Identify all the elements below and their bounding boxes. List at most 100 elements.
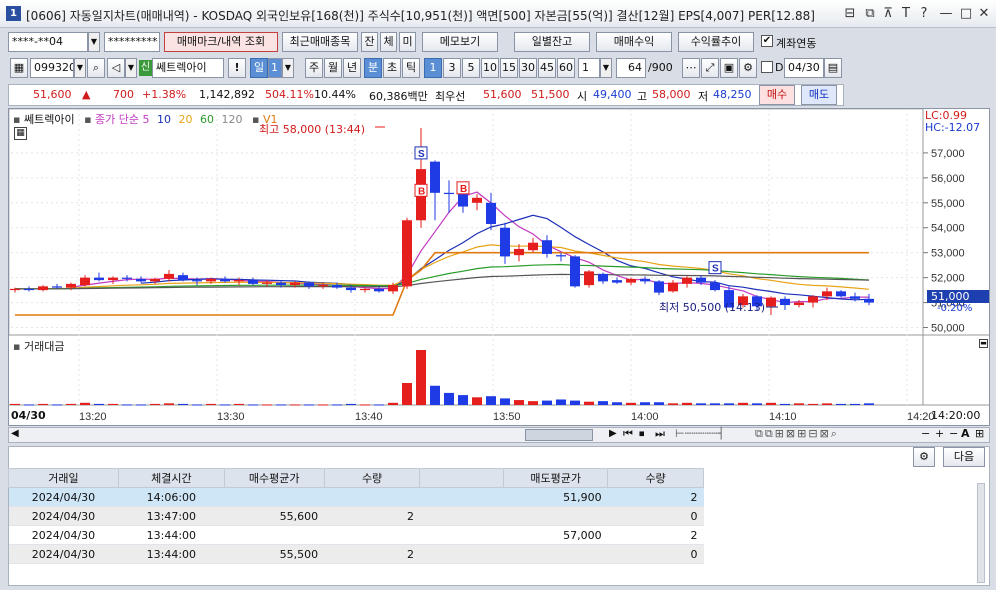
- candle-body[interactable]: [710, 282, 720, 291]
- help-icon[interactable]: ?: [916, 6, 932, 22]
- volume-bar[interactable]: [276, 404, 286, 406]
- volume-bar[interactable]: [164, 403, 174, 405]
- unexecuted-button[interactable]: 미: [399, 32, 416, 52]
- interval-dropdown-icon[interactable]: ▼: [600, 58, 612, 78]
- period-minute-button[interactable]: 분: [364, 58, 382, 78]
- volume-bar[interactable]: [486, 396, 496, 405]
- speaker-dropdown-icon[interactable]: ▼: [125, 58, 137, 78]
- volume-bar[interactable]: [136, 404, 146, 406]
- candle-body[interactable]: [500, 227, 510, 257]
- minute-60-button[interactable]: 60: [557, 58, 575, 78]
- candle-body[interactable]: [458, 194, 468, 207]
- volume-bar[interactable]: [374, 404, 384, 406]
- candle-body[interactable]: [668, 282, 678, 292]
- table-row[interactable]: 2024/04/30 13:44:00 55,500 2 0: [8, 544, 704, 564]
- candle-body[interactable]: [864, 298, 874, 303]
- drawing-tools-icon[interactable]: ⧉⧉⊞⊠⊞⊟⊠⌕: [755, 427, 839, 441]
- candle-body[interactable]: [304, 282, 314, 287]
- volume-bar[interactable]: [94, 403, 104, 405]
- volume-bar[interactable]: [206, 403, 216, 405]
- candle-body[interactable]: [206, 278, 216, 282]
- candle-body[interactable]: [654, 281, 664, 293]
- candle-body[interactable]: [430, 161, 440, 193]
- volume-bar[interactable]: [836, 403, 846, 405]
- scroll-right-icon[interactable]: ▶: [609, 428, 617, 439]
- period-month-button[interactable]: 월: [324, 58, 342, 78]
- volume-bar[interactable]: [332, 404, 342, 406]
- period-year-button[interactable]: 년: [343, 58, 361, 78]
- volume-bar[interactable]: [430, 385, 440, 405]
- candle-body[interactable]: [318, 285, 328, 287]
- candle-body[interactable]: [472, 197, 482, 203]
- candle-body[interactable]: [94, 277, 104, 281]
- period-second-button[interactable]: 초: [383, 58, 401, 78]
- volume-bar[interactable]: [80, 402, 90, 405]
- volume-bar[interactable]: [220, 404, 230, 406]
- list-settings-icon[interactable]: ⚙: [913, 447, 935, 467]
- volume-bar[interactable]: [542, 400, 552, 405]
- candle-body[interactable]: [542, 240, 552, 254]
- zoom-slider-icon[interactable]: ⊢┄┄┄┄┄┤: [675, 427, 724, 440]
- volume-bar[interactable]: [822, 403, 832, 405]
- volume-bar[interactable]: [472, 397, 482, 405]
- period-select[interactable]: 1: [268, 58, 282, 78]
- candle-body[interactable]: [598, 273, 608, 282]
- col-buy-qty[interactable]: 수량: [323, 468, 421, 488]
- panel-close-icon[interactable]: ▬: [979, 339, 988, 348]
- volume-bar[interactable]: [752, 403, 762, 405]
- period-day-button[interactable]: 일: [250, 58, 268, 78]
- executed-button[interactable]: 체: [380, 32, 397, 52]
- volume-bar[interactable]: [248, 404, 258, 406]
- volume-bar[interactable]: [766, 402, 776, 405]
- volume-bar[interactable]: [66, 403, 76, 405]
- sell-button[interactable]: 매도: [801, 85, 837, 105]
- volume-bar[interactable]: [178, 403, 188, 405]
- candle-body[interactable]: [10, 288, 20, 291]
- minute-1-button[interactable]: 1: [424, 58, 442, 78]
- candle-body[interactable]: [388, 285, 398, 292]
- gear-icon[interactable]: ⚙: [739, 58, 757, 78]
- close-icon[interactable]: ✕: [976, 6, 992, 22]
- candle-body[interactable]: [486, 202, 496, 224]
- candle-body[interactable]: [360, 288, 370, 291]
- minute-5-button[interactable]: 5: [462, 58, 480, 78]
- zoom-out-icon[interactable]: −: [921, 427, 930, 440]
- candle-body[interactable]: [794, 302, 804, 306]
- col-sell-avg[interactable]: 매도평균가: [503, 468, 609, 488]
- link-icon[interactable]: ⊟: [842, 6, 858, 22]
- volume-bar[interactable]: [458, 395, 468, 405]
- rewind-icon[interactable]: ⏮: [623, 427, 633, 441]
- candle-body[interactable]: [584, 271, 594, 286]
- period-dropdown-icon[interactable]: ▼: [282, 58, 294, 78]
- candle-body[interactable]: [626, 278, 636, 283]
- volume-bar[interactable]: [290, 404, 300, 406]
- candle-body[interactable]: [836, 291, 846, 297]
- volume-bar[interactable]: [402, 383, 412, 405]
- volume-bar[interactable]: [654, 402, 664, 405]
- volume-bar[interactable]: [668, 403, 678, 405]
- candle-body[interactable]: [108, 277, 118, 281]
- zoom-reset-icon[interactable]: −: [949, 427, 958, 440]
- list-scrollbar[interactable]: [977, 483, 985, 583]
- minimize-icon[interactable]: —: [938, 6, 954, 22]
- stock-code-input[interactable]: 099320: [30, 58, 74, 78]
- volume-bar[interactable]: [52, 404, 62, 406]
- table-toggle-icon[interactable]: ▦: [14, 127, 27, 140]
- candle-body[interactable]: [514, 248, 524, 256]
- candle-body[interactable]: [290, 282, 300, 286]
- text-tool-icon[interactable]: A: [961, 427, 970, 440]
- volume-bar[interactable]: [416, 350, 426, 405]
- volume-bar[interactable]: [234, 403, 244, 405]
- candle-body[interactable]: [444, 192, 454, 195]
- volume-bar[interactable]: [682, 402, 692, 405]
- volume-bar[interactable]: [794, 403, 804, 405]
- scrollbar-thumb[interactable]: [525, 429, 593, 441]
- candle-body[interactable]: [276, 282, 286, 286]
- candle-body[interactable]: [178, 275, 188, 281]
- candle-body[interactable]: [150, 278, 160, 282]
- search-icon[interactable]: ⌕: [87, 58, 105, 78]
- candle-body[interactable]: [164, 273, 174, 279]
- candle-body[interactable]: [136, 278, 146, 282]
- candle-body[interactable]: [696, 277, 706, 283]
- volume-bar[interactable]: [626, 402, 636, 405]
